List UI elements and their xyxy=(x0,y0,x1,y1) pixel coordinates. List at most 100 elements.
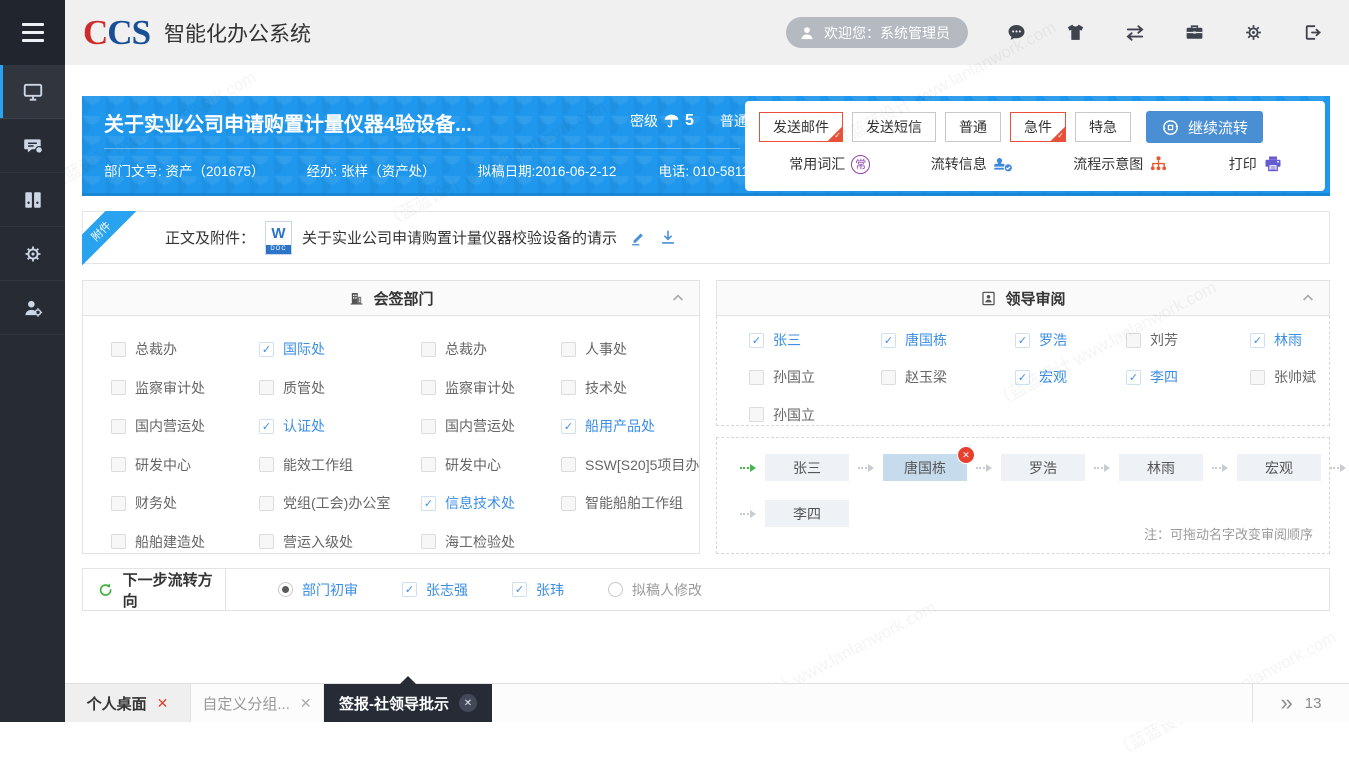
settings-icon[interactable] xyxy=(1243,22,1264,43)
dept-option[interactable]: ✓信息技术处 xyxy=(421,492,561,515)
dept-option[interactable]: 党组(工会)办公室 xyxy=(259,492,421,515)
dept-option[interactable]: 财务处 xyxy=(111,492,259,515)
checkbox[interactable] xyxy=(881,370,896,385)
tab-custom-group[interactable]: 自定义分组... ✕ xyxy=(191,684,324,722)
checkbox[interactable] xyxy=(111,534,126,549)
common-words-link[interactable]: 常用词汇 常 xyxy=(789,154,870,174)
express-button[interactable]: 特急 xyxy=(1075,112,1131,142)
close-icon[interactable]: ✕ xyxy=(459,694,477,712)
next-step-option[interactable]: 拟稿人修改 xyxy=(608,580,702,600)
dept-option[interactable]: 总裁办 xyxy=(421,338,561,361)
next-step-option[interactable]: ✓张志强 xyxy=(402,580,468,600)
flow-name-chip[interactable]: 张三 xyxy=(765,454,849,481)
tab-personal-desktop[interactable]: 个人桌面 ✕ xyxy=(65,684,191,722)
leader-option[interactable]: 孙国立 xyxy=(749,405,881,425)
leader-option[interactable]: ✓张三 xyxy=(749,330,881,350)
dept-option[interactable]: 研发中心 xyxy=(111,454,259,477)
dept-option[interactable]: 营运入级处 xyxy=(259,531,421,554)
dept-option[interactable]: 人事处 xyxy=(561,338,699,361)
checkbox[interactable]: ✓ xyxy=(1015,333,1030,348)
leader-option[interactable]: 赵玉梁 xyxy=(881,367,1015,387)
next-tabs-icon[interactable]: » xyxy=(1281,692,1293,714)
checkbox[interactable] xyxy=(259,457,274,472)
leader-option[interactable]: 张帅斌 xyxy=(1250,367,1321,387)
checkbox[interactable] xyxy=(421,457,436,472)
flow-name-chip[interactable]: 宏观 xyxy=(1237,454,1321,481)
checkbox[interactable]: ✓ xyxy=(259,342,274,357)
send-sms-button[interactable]: 发送短信 xyxy=(852,112,936,142)
checkbox[interactable] xyxy=(421,534,436,549)
normal-button[interactable]: 普通 xyxy=(945,112,1001,142)
dept-option[interactable]: ✓认证处 xyxy=(259,415,421,438)
checkbox[interactable]: ✓ xyxy=(881,333,896,348)
checkbox[interactable] xyxy=(1126,333,1141,348)
checkbox[interactable]: ✓ xyxy=(1126,370,1141,385)
dept-option[interactable]: ✓船用产品处 xyxy=(561,415,699,438)
theme-icon[interactable] xyxy=(1065,22,1086,43)
checkbox[interactable] xyxy=(111,419,126,434)
checkbox[interactable]: ✓ xyxy=(421,496,436,511)
sidebar-item-archive[interactable] xyxy=(0,173,65,227)
checkbox[interactable] xyxy=(561,342,576,357)
dept-option[interactable]: 能效工作组 xyxy=(259,454,421,477)
next-step-option[interactable]: ✓张玮 xyxy=(512,580,564,600)
leader-option[interactable]: ✓罗浩 xyxy=(1015,330,1126,350)
radio[interactable] xyxy=(608,582,623,597)
dept-option[interactable]: 海工检验处 xyxy=(421,531,561,554)
dept-option[interactable]: SSW[S20]5项目办 xyxy=(561,454,699,477)
checkbox[interactable] xyxy=(421,380,436,395)
checkbox[interactable] xyxy=(561,496,576,511)
dept-option[interactable]: ✓国际处 xyxy=(259,338,421,361)
logout-icon[interactable] xyxy=(1302,22,1323,43)
checkbox[interactable]: ✓ xyxy=(1015,370,1030,385)
checkbox[interactable]: ✓ xyxy=(259,419,274,434)
dept-option[interactable]: 国内营运处 xyxy=(111,415,259,438)
checkbox[interactable]: ✓ xyxy=(749,333,764,348)
continue-flow-button[interactable]: 继续流转 xyxy=(1146,111,1263,143)
next-step-option[interactable]: 部门初审 xyxy=(278,580,358,600)
leader-option[interactable]: ✓唐国栋 xyxy=(881,330,1015,350)
checkbox[interactable]: ✓ xyxy=(512,582,527,597)
checkbox[interactable] xyxy=(561,457,576,472)
leader-option[interactable]: 孙国立 xyxy=(749,367,881,387)
checkbox[interactable]: ✓ xyxy=(561,419,576,434)
sidebar-item-desktop[interactable] xyxy=(0,65,65,119)
edit-icon[interactable] xyxy=(629,229,647,247)
checkbox[interactable] xyxy=(259,496,274,511)
flow-name-chip[interactable]: 李四 xyxy=(765,500,849,527)
checkbox[interactable] xyxy=(421,342,436,357)
checkbox[interactable] xyxy=(749,407,764,422)
checkbox[interactable] xyxy=(259,534,274,549)
sidebar-item-settings[interactable] xyxy=(0,227,65,281)
dept-option[interactable]: 技术处 xyxy=(561,377,699,400)
send-mail-button[interactable]: 发送邮件✓ xyxy=(759,112,843,142)
user-badge[interactable]: 欢迎您：系统管理员 xyxy=(786,17,968,48)
remove-icon[interactable]: ✕ xyxy=(957,446,975,464)
checkbox[interactable]: ✓ xyxy=(1250,333,1265,348)
dept-option[interactable]: 国内营运处 xyxy=(421,415,561,438)
briefcase-icon[interactable] xyxy=(1184,22,1205,43)
dept-option[interactable]: 智能船舶工作组 xyxy=(561,492,699,515)
leader-option[interactable]: 刘芳 xyxy=(1126,330,1250,350)
collapse-icon[interactable] xyxy=(670,290,686,306)
message-icon[interactable] xyxy=(1006,22,1027,43)
checkbox[interactable] xyxy=(111,457,126,472)
flow-name-chip[interactable]: 唐国栋✕ xyxy=(883,454,967,481)
checkbox[interactable] xyxy=(749,370,764,385)
tab-report-leader-review[interactable]: 签报-社领导批示 ✕ xyxy=(324,684,492,722)
menu-toggle-icon[interactable] xyxy=(0,0,65,65)
dept-option[interactable]: 监察审计处 xyxy=(111,377,259,400)
checkbox[interactable] xyxy=(421,419,436,434)
transfer-icon[interactable] xyxy=(1124,22,1146,44)
flow-chart-link[interactable]: 流程示意图 xyxy=(1073,154,1168,174)
checkbox[interactable] xyxy=(259,380,274,395)
sidebar-item-messages[interactable] xyxy=(0,119,65,173)
checkbox[interactable] xyxy=(111,496,126,511)
checkbox[interactable] xyxy=(111,380,126,395)
collapse-icon[interactable] xyxy=(1300,290,1316,306)
leader-option[interactable]: ✓林雨 xyxy=(1250,330,1321,350)
download-icon[interactable] xyxy=(659,229,677,247)
dept-option[interactable]: 船舶建造处 xyxy=(111,531,259,554)
checkbox[interactable] xyxy=(561,380,576,395)
attachment-filename[interactable]: 关于实业公司申请购置计量仪器校验设备的请示 xyxy=(302,227,617,248)
